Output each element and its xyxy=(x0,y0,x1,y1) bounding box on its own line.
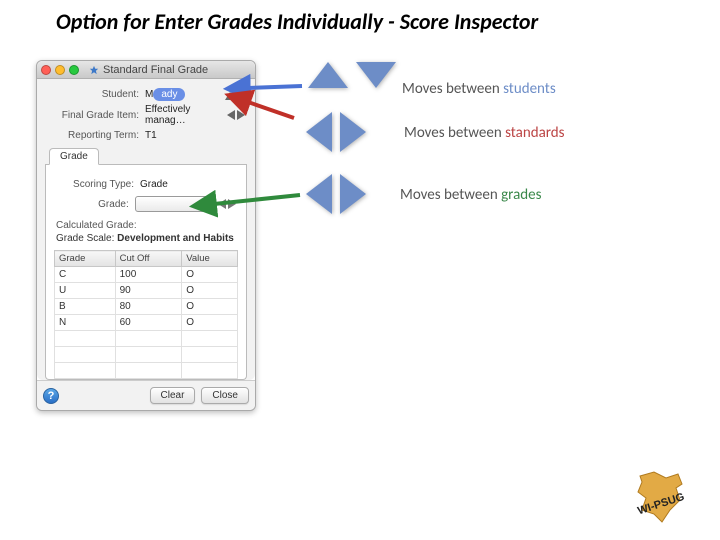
scoring-type-label: Scoring Type: xyxy=(54,179,140,190)
panel-footer: ? Clear Close xyxy=(37,380,255,410)
big-nav-grades xyxy=(306,174,366,214)
scoring-type-row: Scoring Type: Grade xyxy=(54,179,238,190)
caption-grades: Moves between grades xyxy=(400,186,542,204)
help-button[interactable]: ? xyxy=(43,388,59,404)
triangle-right-icon xyxy=(340,112,366,152)
big-nav-standards xyxy=(306,112,366,152)
grade-label: Grade: xyxy=(54,199,135,210)
grade-next-button[interactable] xyxy=(228,199,238,209)
th-value: Value xyxy=(182,251,238,267)
student-value: Mady xyxy=(145,89,225,100)
window-close-button[interactable] xyxy=(41,65,51,75)
window-title: Standard Final Grade xyxy=(103,64,208,76)
grade-select[interactable] xyxy=(135,196,210,212)
page-title: Option for Enter Grades Individually - S… xyxy=(56,8,538,35)
final-grade-item-value: Effectively manag… xyxy=(145,104,225,126)
triangle-left-icon xyxy=(306,112,332,152)
triangle-left-icon xyxy=(306,174,332,214)
student-prev-button[interactable] xyxy=(225,90,235,100)
triangle-right-icon xyxy=(340,174,366,214)
th-cutoff: Cut Off xyxy=(115,251,182,267)
grade-scale-row: Grade Scale: Development and Habits xyxy=(56,233,238,244)
tab-content-grade: Scoring Type: Grade Grade: Calculated Gr… xyxy=(45,165,247,380)
close-button[interactable]: Close xyxy=(201,387,249,404)
big-nav-students xyxy=(308,62,396,88)
item-prev-button[interactable] xyxy=(225,110,235,120)
triangle-up-icon xyxy=(308,62,348,88)
table-row: . xyxy=(55,363,238,379)
student-next-button[interactable] xyxy=(237,90,247,100)
window-titlebar: Standard Final Grade xyxy=(37,61,255,79)
star-icon xyxy=(89,65,99,75)
reporting-term-row: Reporting Term: T1 xyxy=(45,130,247,141)
window-zoom-button[interactable] xyxy=(69,65,79,75)
caption-students: Moves between students xyxy=(402,80,556,98)
final-grade-item-label: Final Grade Item: xyxy=(45,110,145,121)
wipsug-logo: WI-PSUG xyxy=(632,470,692,528)
item-next-button[interactable] xyxy=(237,110,247,120)
tab-grade[interactable]: Grade xyxy=(49,148,99,165)
triangle-down-icon xyxy=(356,62,396,88)
reporting-term-label: Reporting Term: xyxy=(45,130,145,141)
caption-standards: Moves between standards xyxy=(404,124,565,142)
window-minimize-button[interactable] xyxy=(55,65,65,75)
clear-button[interactable]: Clear xyxy=(150,387,196,404)
grade-table: Grade Cut Off Value C100O U90O B80O N60O… xyxy=(54,250,238,379)
reporting-term-value: T1 xyxy=(145,130,225,141)
score-inspector-panel: Standard Final Grade Student: Mady Final… xyxy=(36,60,256,411)
calculated-grade-label: Calculated Grade: xyxy=(56,220,238,231)
table-row: U90O xyxy=(55,283,238,299)
student-row: Student: Mady xyxy=(45,89,247,100)
table-row: B80O xyxy=(55,299,238,315)
tab-bar: Grade xyxy=(45,147,247,165)
table-row: . xyxy=(55,347,238,363)
final-grade-item-row: Final Grade Item: Effectively manag… xyxy=(45,104,247,126)
table-row: C100O xyxy=(55,267,238,283)
student-label: Student: xyxy=(45,89,145,100)
th-grade: Grade xyxy=(55,251,116,267)
grade-scale-value: Development and Habits xyxy=(117,233,234,244)
grade-prev-button[interactable] xyxy=(216,199,226,209)
table-row: . xyxy=(55,331,238,347)
scoring-type-value: Grade xyxy=(140,179,238,190)
grade-row: Grade: xyxy=(54,196,238,212)
grade-scale-label: Grade Scale: xyxy=(56,233,114,244)
table-row: N60O xyxy=(55,315,238,331)
